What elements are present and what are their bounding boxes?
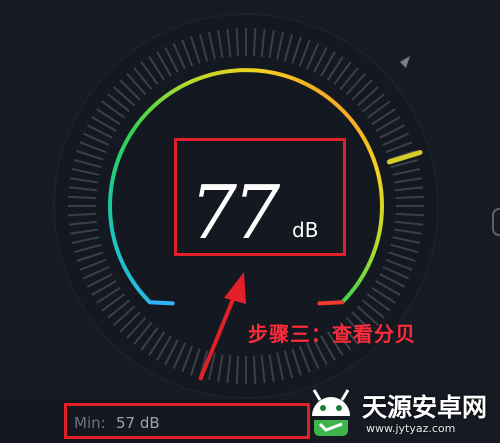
min-value: 57 dB <box>116 414 160 432</box>
reading-highlight-box <box>174 138 346 256</box>
step-caption: 步骤三：查看分贝 <box>248 322 416 346</box>
gauge-tick <box>252 355 257 384</box>
gauge-tick <box>235 28 240 57</box>
watermark-title: 天源安卓网 <box>362 393 488 422</box>
watermark-url: www.jytyaz.com <box>366 422 456 435</box>
gauge-tick <box>235 355 240 384</box>
gauge-tick <box>68 212 97 217</box>
min-label: Min: <box>74 414 106 432</box>
gauge-tick <box>68 195 97 200</box>
site-watermark: 天源安卓网 www.jytyaz.com <box>296 380 500 443</box>
gauge-tick <box>395 195 424 200</box>
gauge-pointer-triangle-icon <box>400 56 410 68</box>
android-robot-logo-icon <box>312 389 350 436</box>
gauge-start-cap <box>147 300 175 306</box>
decibel-meter-screen: 77 dB 步骤三：查看分贝 Min: 57 dB 天源安卓网 www.jyty… <box>0 0 500 443</box>
side-handle[interactable] <box>492 208 500 236</box>
gauge-end-cap <box>317 300 345 306</box>
gauge-tick <box>252 28 257 57</box>
gauge-tick <box>395 212 424 217</box>
